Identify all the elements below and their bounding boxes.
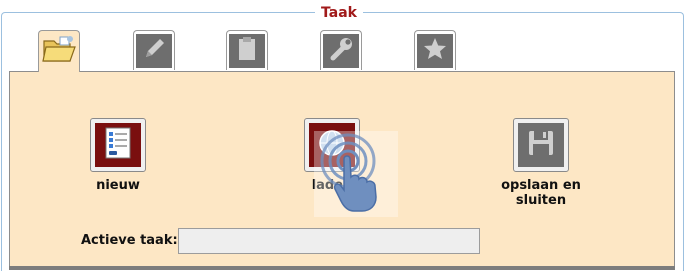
floppy-disk-icon (526, 128, 556, 162)
tab-clipboard[interactable] (226, 30, 268, 70)
active-task-field[interactable] (178, 228, 480, 254)
new-task-button[interactable] (90, 118, 146, 172)
tab-file[interactable] (38, 30, 80, 72)
task-section-title: Taak (315, 5, 363, 21)
touch-hand-icon (314, 131, 398, 217)
save-close-label: opslaan en sluiten (501, 178, 581, 208)
panel-bottom-edge (9, 266, 675, 270)
tab-tools[interactable] (320, 30, 362, 70)
tab-favorites[interactable] (414, 30, 456, 70)
pencil-icon (141, 36, 167, 66)
save-close-button[interactable] (513, 118, 569, 172)
new-task-label: nieuw (96, 178, 140, 193)
new-task-action[interactable]: nieuw (86, 118, 150, 193)
tab-edit[interactable] (133, 30, 175, 70)
wrench-icon (327, 35, 355, 67)
folder-open-icon (40, 33, 78, 71)
active-task-label: Actieve taak: (81, 233, 178, 248)
star-icon (422, 36, 448, 66)
save-close-action[interactable]: opslaan en sluiten (499, 118, 583, 208)
new-task-document-icon (103, 126, 133, 164)
clipboard-icon (234, 35, 260, 67)
